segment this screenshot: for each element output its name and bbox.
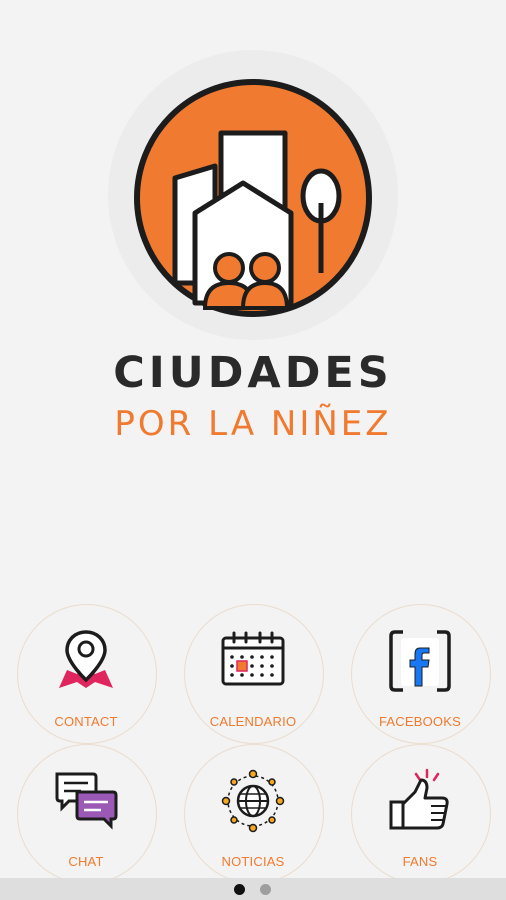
menu-item-label: CHAT xyxy=(68,854,104,869)
menu-item-facebooks[interactable]: FACEBOOKS xyxy=(345,604,495,744)
page-indicator xyxy=(0,878,506,900)
menu-item-noticias[interactable]: NOTICIAS xyxy=(178,744,328,884)
menu-item-label: CONTACT xyxy=(54,714,118,729)
menu-item-fans[interactable]: FANS xyxy=(345,744,495,884)
app-title: CIUDADES xyxy=(113,348,393,398)
app-subtitle: POR LA NIÑEZ xyxy=(114,404,392,444)
menu-item-label: FACEBOOKS xyxy=(379,714,461,729)
thumbs-up-icon xyxy=(389,768,449,830)
menu-item-contact[interactable]: CONTACT xyxy=(11,604,161,744)
menu-item-chat[interactable]: CHAT xyxy=(11,744,161,884)
menu-grid: CONTACT CALENDARIO FACEBOOKS CHAT NOTICI… xyxy=(0,600,506,884)
page-dot-active[interactable] xyxy=(234,884,245,895)
menu-item-label: CALENDARIO xyxy=(209,714,297,729)
chat-bubbles-icon xyxy=(55,772,118,830)
city-children-logo-icon xyxy=(134,79,372,317)
menu-item-label: NOTICIAS xyxy=(221,854,285,869)
calendar-icon xyxy=(221,631,285,686)
facebook-icon xyxy=(389,630,451,692)
location-map-icon xyxy=(59,630,113,688)
menu-item-label: FANS xyxy=(402,854,438,869)
page-dot-inactive[interactable] xyxy=(260,884,271,895)
menu-item-calendario[interactable]: CALENDARIO xyxy=(178,604,328,744)
globe-network-icon xyxy=(221,769,285,833)
